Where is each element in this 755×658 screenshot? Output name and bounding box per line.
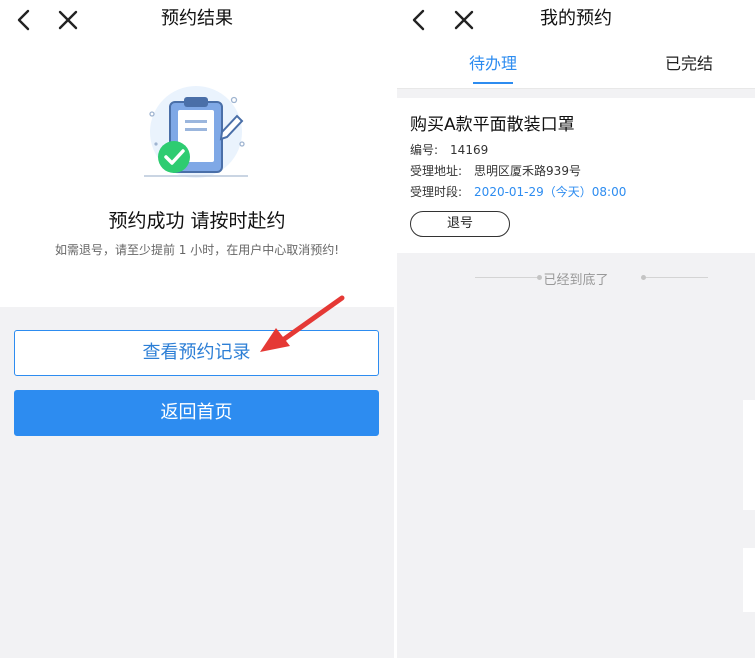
tab-completed[interactable]: 已完结 xyxy=(659,42,719,88)
edge-strip xyxy=(743,400,755,510)
chevron-left-icon[interactable] xyxy=(405,6,433,34)
back-home-button[interactable]: 返回首页 xyxy=(14,390,379,436)
edge-strip xyxy=(743,548,755,612)
divider xyxy=(646,277,708,278)
address-row: 受理地址: 思明区厦禾路939号 xyxy=(410,162,581,179)
nav-bar: 我的预约 xyxy=(397,0,755,40)
tab-pending[interactable]: 待办理 xyxy=(463,42,523,88)
clipboard-check-icon xyxy=(138,84,258,192)
number-row: 编号: 14169 xyxy=(410,141,488,158)
time-value: 2020-01-29（今天）08:00 xyxy=(474,185,627,199)
appointment-card: 购买A款平面散装口罩 编号: 14169 受理地址: 思明区厦禾路939号 受理时段… xyxy=(397,98,755,253)
header: 我的预约 待办理 已完结 xyxy=(397,0,755,89)
appointment-title: 购买A款平面散装口罩 xyxy=(410,115,575,135)
number-label: 编号: xyxy=(410,143,439,157)
my-appointments-screen: 我的预约 待办理 已完结 购买A款平面散装口罩 编号: 14169 受理地址: 思明… xyxy=(397,0,755,658)
end-of-list-text: 已经到底了 xyxy=(543,273,609,288)
time-label: 受理时段: xyxy=(410,185,463,199)
nav-bar: 预约结果 xyxy=(0,0,394,40)
cancel-appointment-button[interactable]: 退号 xyxy=(410,211,510,237)
tab-bar: 待办理 已完结 xyxy=(397,42,755,89)
close-icon[interactable] xyxy=(450,6,478,34)
number-value: 14169 xyxy=(450,143,489,157)
address-label: 受理地址: xyxy=(410,164,463,178)
appointment-result-screen: 预约结果 预约成功 请按时赴约 如需退号，请至少提前 1 小时，在用户中心取消预… xyxy=(0,0,394,658)
chevron-left-icon[interactable] xyxy=(10,6,38,34)
address-value: 思明区厦禾路939号 xyxy=(474,164,581,178)
red-arrow-icon xyxy=(250,292,350,366)
close-icon[interactable] xyxy=(54,6,82,34)
cancellation-note: 如需退号，请至少提前 1 小时，在用户中心取消预约! xyxy=(54,243,340,257)
time-row: 受理时段: 2020-01-29（今天）08:00 xyxy=(410,183,626,200)
success-title: 预约成功 请按时赴约 xyxy=(108,210,286,232)
